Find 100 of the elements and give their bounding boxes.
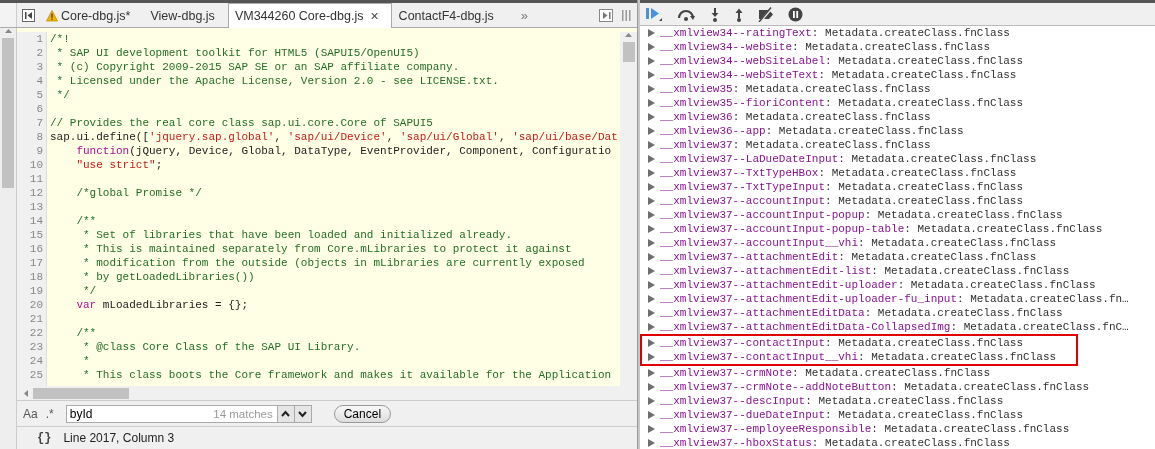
property-entry[interactable]: __xmlview34--webSiteText: Metadata.createClass.fnClass <box>660 68 1017 82</box>
code-line: /*! <box>50 33 70 45</box>
match-case-toggle[interactable]: Aa <box>23 406 38 421</box>
property-entry[interactable]: __xmlview37--accountInput__vhi: Metadata.createClass.fnClass <box>660 236 1057 250</box>
line-number: 5 <box>35 88 43 102</box>
line-number: 11 <box>28 172 43 186</box>
property-entry[interactable]: __xmlview37--employeeResponsible: Metadata.createClass.fnClass <box>660 422 1070 436</box>
file-tab[interactable]: VM344260 Core-dbg.js × <box>227 3 392 28</box>
step-into-icon[interactable] <box>710 6 720 22</box>
line-number: 20 <box>28 298 43 312</box>
property-entry[interactable]: __xmlview37--attachmentEdit-uploader: Metadata.createClass.fnClass <box>660 278 1096 292</box>
property-entry[interactable]: __xmlview37--LaDueDateInput: Metadata.createClass.fnClass <box>660 152 1037 166</box>
property-entry[interactable]: __xmlview37--accountInput: Metadata.createClass.fnClass <box>660 194 1024 208</box>
property-entry[interactable]: __xmlview37--attachmentEdit: Metadata.createClass.fnClass <box>660 250 1037 264</box>
property-entry[interactable]: __xmlview37--crmNote--addNoteButton: Metadata.createClass.fnClass <box>660 380 1090 394</box>
code-line: /** <box>75 215 97 227</box>
property-entry[interactable]: __xmlview36: Metadata.createClass.fnClass <box>660 110 931 124</box>
close-tab-button[interactable]: × <box>370 8 379 24</box>
property-entry[interactable]: __xmlview37--accountInput-popup-table: Metadata.createClass.fnClass <box>660 222 1103 236</box>
file-tab[interactable]: Core-dbg.js* <box>39 3 144 27</box>
cancel-button[interactable]: Cancel <box>333 404 392 423</box>
code-line: /** <box>75 327 97 339</box>
line-number: 4 <box>35 74 43 88</box>
property-entry[interactable]: __xmlview37--TxtTypeHBox: Metadata.createClass.fnClass <box>660 166 1017 180</box>
code-line: * Set of libraries that have been loaded and initialized already. <box>82 229 513 241</box>
property-entry[interactable]: __xmlview37--hboxStatus: Metadata.createClass.fnClass <box>660 436 1010 449</box>
property-entry[interactable]: __xmlview37--attachmentEdit-list: Metadata.createClass.fnClass <box>660 264 1070 278</box>
step-out-icon[interactable] <box>734 6 744 22</box>
property-entry[interactable]: __xmlview37--attachmentEditData: Metadata.createClass.fnClass <box>660 306 1063 320</box>
drag-handle-icon <box>621 8 631 22</box>
previous-match-button[interactable] <box>276 405 294 422</box>
line-number: 12 <box>28 186 43 200</box>
line-number: 23 <box>28 340 43 354</box>
scroll-left-icon <box>23 388 29 398</box>
property-entry[interactable]: __xmlview37--contactInput: Metadata.createClass.fnClass <box>660 336 1024 350</box>
line-number: 6 <box>35 102 43 116</box>
line-number: 19 <box>28 284 43 298</box>
file-tab[interactable]: View-dbg.js <box>143 3 228 27</box>
scroll-up-icon <box>624 32 633 38</box>
line-number: 1 <box>35 32 43 46</box>
search-input[interactable]: byId <box>66 406 214 421</box>
chevron-up-icon <box>281 409 291 418</box>
property-entry[interactable]: __xmlview35: Metadata.createClass.fnClass <box>660 82 931 96</box>
code-line: * SAP UI development toolkit for HTML5 (SAPUI5/OpenUI5) <box>55 47 420 59</box>
sidebar-toggle-icon <box>599 8 613 22</box>
line-number: 24 <box>28 354 43 368</box>
next-match-button[interactable] <box>293 405 311 422</box>
code-line: "use strict"; <box>75 159 163 171</box>
pretty-print-button[interactable]: {} <box>37 431 52 445</box>
line-number: 17 <box>28 256 43 270</box>
code-line: * This is maintained separately from Core.mLibraries to protect it against <box>82 243 572 255</box>
code-line: var mLoadedLibraries = {}; <box>75 299 249 311</box>
code-line: * Licensed under the Apache License, Version 2.0 - see LICENSE.txt. <box>55 75 499 87</box>
property-entry[interactable]: __xmlview37: Metadata.createClass.fnClass <box>660 138 931 152</box>
property-entry[interactable]: __xmlview37--crmNote: Metadata.createClass.fnClass <box>660 366 991 380</box>
code-line: * (c) Copyright 2009-2015 SAP SE or an SAP affiliate company. <box>55 61 460 73</box>
deactivate-breakpoints-icon[interactable] <box>758 6 774 22</box>
code-line: * <box>82 355 90 367</box>
line-number: 15 <box>28 228 43 242</box>
resume-icon[interactable] <box>645 6 663 22</box>
line-number: 16 <box>28 242 43 256</box>
property-entry[interactable]: __xmlview34--webSiteLabel: Metadata.createClass.fnClass <box>660 54 1024 68</box>
file-tab[interactable]: ContactF4-dbg.js <box>391 3 507 27</box>
property-entry[interactable]: __xmlview37--accountInput-popup: Metadata.createClass.fnClass <box>660 208 1063 222</box>
property-entry[interactable]: __xmlview37--TxtTypeInput: Metadata.createClass.fnClass <box>660 180 1024 194</box>
line-number: 13 <box>28 200 43 214</box>
property-entry[interactable]: __xmlview37--attachmentEdit-uploader-fu_input: Metadata.createClass.fn… <box>660 292 1129 306</box>
scrollbar-thumb[interactable] <box>622 42 635 62</box>
more-tabs-button[interactable]: » <box>506 3 543 27</box>
pause-icon[interactable] <box>788 6 803 22</box>
line-number: 21 <box>28 312 43 326</box>
code-line: // Provides the real core class sap.ui.core.Core of SAPUI5 <box>50 117 433 129</box>
cursor-position: Line 2017, Column 3 <box>63 431 175 445</box>
property-entry[interactable]: __xmlview34--ratingText: Metadata.createClass.fnClass <box>660 26 1010 40</box>
line-number: 18 <box>28 270 43 284</box>
code-line: * modification from the outside (objects in mLibraries are currently exposed <box>82 257 585 269</box>
line-number: 2 <box>35 46 43 60</box>
navigator-toggle-icon <box>21 8 35 22</box>
property-entry[interactable]: __xmlview37--descInput: Metadata.createClass.fnClass <box>660 394 1004 408</box>
property-entry[interactable]: __xmlview37--attachmentEditData-CollapsedImg: Metadata.createClass.fnC… <box>660 320 1129 334</box>
regex-toggle[interactable]: .* <box>45 406 54 421</box>
code-line: */ <box>82 285 97 297</box>
line-number: 8 <box>35 130 43 144</box>
property-entry[interactable]: __xmlview36--app: Metadata.createClass.fnClass <box>660 124 964 138</box>
line-number: 14 <box>28 214 43 228</box>
code-line: sap.ui.define(['jquery.sap.global', 'sap/ui/Device', 'sap/ui/Global', 'sap/ui/base/Dat <box>50 131 618 143</box>
line-number: 22 <box>28 326 43 340</box>
scrollbar-thumb[interactable] <box>2 38 14 188</box>
property-entry[interactable]: __xmlview37--contactInput__vhi: Metadata.createClass.fnClass <box>660 350 1057 364</box>
search-field[interactable]: byId 14 matches <box>65 404 312 423</box>
property-entry[interactable]: __xmlview37--dueDateInput: Metadata.createClass.fnClass <box>660 408 1024 422</box>
property-entry[interactable]: __xmlview34--webSite: Metadata.createClass.fnClass <box>660 40 991 54</box>
property-entry[interactable]: __xmlview35--fioriContent: Metadata.createClass.fnClass <box>660 96 1024 110</box>
scrollbar-thumb[interactable] <box>33 387 129 399</box>
line-number: 3 <box>35 60 43 74</box>
code-line: * by getLoadedLibraries()) <box>82 271 255 283</box>
line-number: 7 <box>35 116 43 130</box>
code-line: * @class Core Class of the SAP UI Library. <box>82 341 361 353</box>
line-number: 25 <box>28 368 43 382</box>
line-number: 9 <box>35 144 43 158</box>
